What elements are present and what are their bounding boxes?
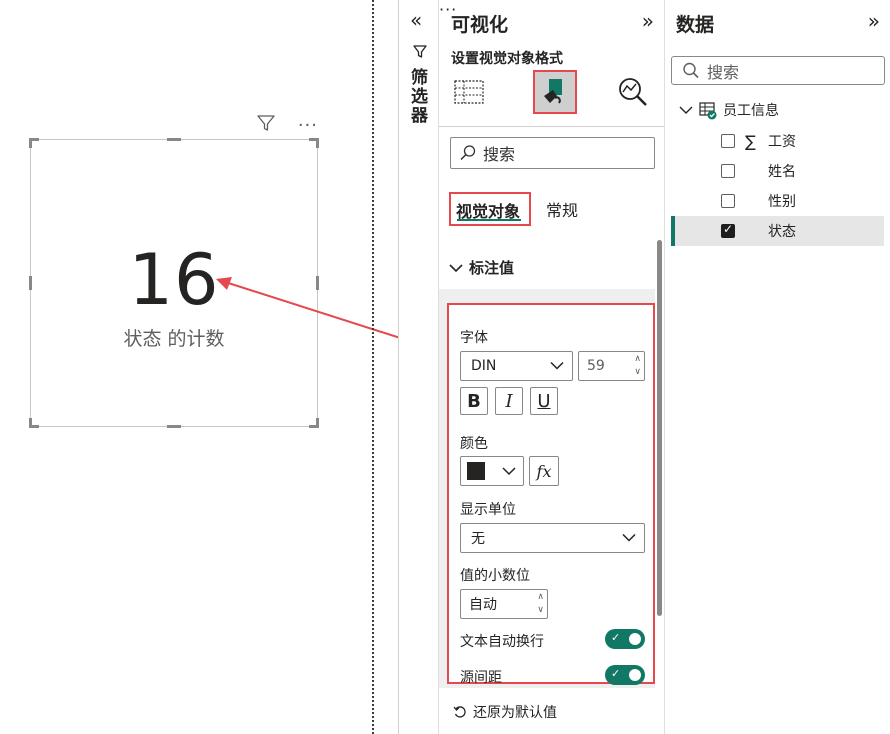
callout-value-section-header[interactable]: 标注值	[449, 257, 514, 278]
filter-icon[interactable]	[256, 113, 276, 137]
tab-visual[interactable]: 视觉对象	[449, 192, 531, 226]
resize-handle-bottom[interactable]	[167, 425, 181, 428]
decimal-places-label: 值的小数位	[460, 568, 530, 584]
italic-button[interactable]: I	[495, 387, 523, 415]
word-wrap-toggle[interactable]: ✓	[605, 629, 645, 649]
analytics-icon[interactable]	[613, 72, 653, 112]
check-icon: ✓	[611, 631, 621, 644]
selection-indicator	[671, 216, 675, 246]
active-tab-indicator	[457, 219, 521, 221]
word-wrap-label: 文本自动换行	[460, 634, 544, 650]
scrollbar[interactable]	[657, 240, 662, 616]
collapse-filters-icon[interactable]: «	[410, 8, 422, 32]
table-icon	[699, 102, 717, 120]
search-placeholder: 搜索	[707, 62, 740, 82]
data-search-input[interactable]: 搜索	[671, 56, 885, 85]
decimal-places-value: 自动	[469, 597, 497, 613]
search-placeholder: 搜索	[483, 145, 516, 164]
field-row-status[interactable]: 状态	[671, 216, 884, 246]
field-checkbox[interactable]	[721, 194, 735, 208]
chevron-down-icon	[550, 361, 564, 370]
callout-value-settings: 字体 DIN 59 ∧ ∨ B I U 颜色 fx 显示单位 无 值的小数位 自…	[447, 303, 655, 686]
display-units-dropdown[interactable]: 无	[460, 523, 645, 553]
visualizations-pane: 可视化 » 设置视觉对象格式 搜索 视觉对象 常规 ··· 标注值 字体 DIN…	[438, 0, 665, 734]
reset-label: 还原为默认值	[473, 705, 557, 721]
build-visual-icon[interactable]	[449, 72, 489, 112]
chevron-down-icon	[622, 533, 636, 542]
spacing-label: 源间距	[460, 670, 502, 686]
resize-handle-top-right[interactable]	[309, 138, 319, 148]
color-picker[interactable]	[460, 456, 524, 486]
resize-handle-top[interactable]	[167, 138, 181, 141]
format-visual-icon[interactable]	[533, 70, 577, 114]
section-title: 标注值	[469, 259, 515, 277]
font-family-dropdown[interactable]: DIN	[460, 351, 573, 381]
chevron-down-icon	[679, 106, 693, 114]
divider	[439, 126, 664, 127]
decimal-places-stepper[interactable]: 自动 ∧ ∨	[460, 589, 548, 619]
color-swatch	[467, 462, 485, 480]
color-label: 颜色	[460, 436, 488, 452]
visualizations-title: 可视化	[451, 14, 509, 36]
data-pane: 数据 » 搜索 员工信息 ∑ 工资 姓名 性别 状态	[665, 0, 890, 734]
reset-to-default-link[interactable]: 还原为默认值	[453, 702, 557, 722]
bold-button[interactable]: B	[460, 387, 488, 415]
expand-data-icon[interactable]: »	[868, 9, 880, 33]
search-icon	[460, 145, 476, 161]
field-checkbox[interactable]	[721, 134, 735, 148]
font-family-value: DIN	[471, 358, 497, 374]
toggle-knob	[629, 669, 641, 681]
report-canvas: ··· 16 状态 的计数	[0, 0, 445, 734]
spacing-toggle[interactable]: ✓	[605, 665, 645, 685]
tab-general[interactable]: 常规	[546, 192, 578, 221]
data-title: 数据	[676, 14, 715, 36]
filters-label[interactable]: 筛选器	[407, 68, 430, 125]
stepper-arrows[interactable]: ∧ ∨	[634, 353, 641, 379]
card-header: ···	[256, 114, 318, 136]
table-name: 员工信息	[723, 103, 779, 119]
field-row-gender[interactable]: 性别	[671, 186, 884, 216]
format-visual-subtitle: 设置视觉对象格式	[451, 51, 563, 67]
resize-handle-top-left[interactable]	[29, 138, 39, 148]
font-size-stepper[interactable]: 59 ∧ ∨	[578, 351, 645, 381]
format-search-input[interactable]: 搜索	[450, 137, 655, 169]
expand-visualizations-icon[interactable]: »	[642, 9, 654, 33]
conditional-format-fx-button[interactable]: fx	[529, 456, 559, 486]
field-name: 状态	[768, 224, 796, 240]
canvas-boundary	[372, 0, 374, 734]
display-units-label: 显示单位	[460, 502, 516, 518]
field-name: 工资	[768, 134, 796, 150]
field-checkbox-checked[interactable]	[721, 222, 735, 238]
search-icon	[683, 62, 699, 78]
more-options-icon[interactable]: ···	[298, 115, 318, 136]
font-label: 字体	[460, 330, 488, 346]
resize-handle-bottom-right[interactable]	[309, 418, 319, 428]
chevron-down-icon	[502, 467, 516, 476]
stepper-arrows[interactable]: ∧ ∨	[537, 591, 544, 617]
font-size-value: 59	[587, 358, 605, 374]
callout-value-section: 字体 DIN 59 ∧ ∨ B I U 颜色 fx 显示单位 无 值的小数位 自…	[439, 289, 655, 688]
funnel-icon	[412, 44, 428, 64]
field-name: 姓名	[768, 164, 796, 180]
chevron-down-icon	[449, 263, 463, 272]
field-row-salary[interactable]: ∑ 工资	[671, 126, 884, 156]
field-name: 性别	[768, 194, 796, 210]
field-checkbox[interactable]	[721, 164, 735, 178]
underline-button[interactable]: U	[530, 387, 558, 415]
undo-icon	[453, 706, 466, 718]
check-icon: ✓	[611, 667, 621, 680]
sigma-icon: ∑	[745, 131, 756, 151]
resize-handle-bottom-left[interactable]	[29, 418, 39, 428]
table-item[interactable]: 员工信息	[679, 100, 779, 120]
display-units-value: 无	[471, 531, 485, 547]
field-row-name[interactable]: 姓名	[671, 156, 884, 186]
toggle-knob	[629, 633, 641, 645]
